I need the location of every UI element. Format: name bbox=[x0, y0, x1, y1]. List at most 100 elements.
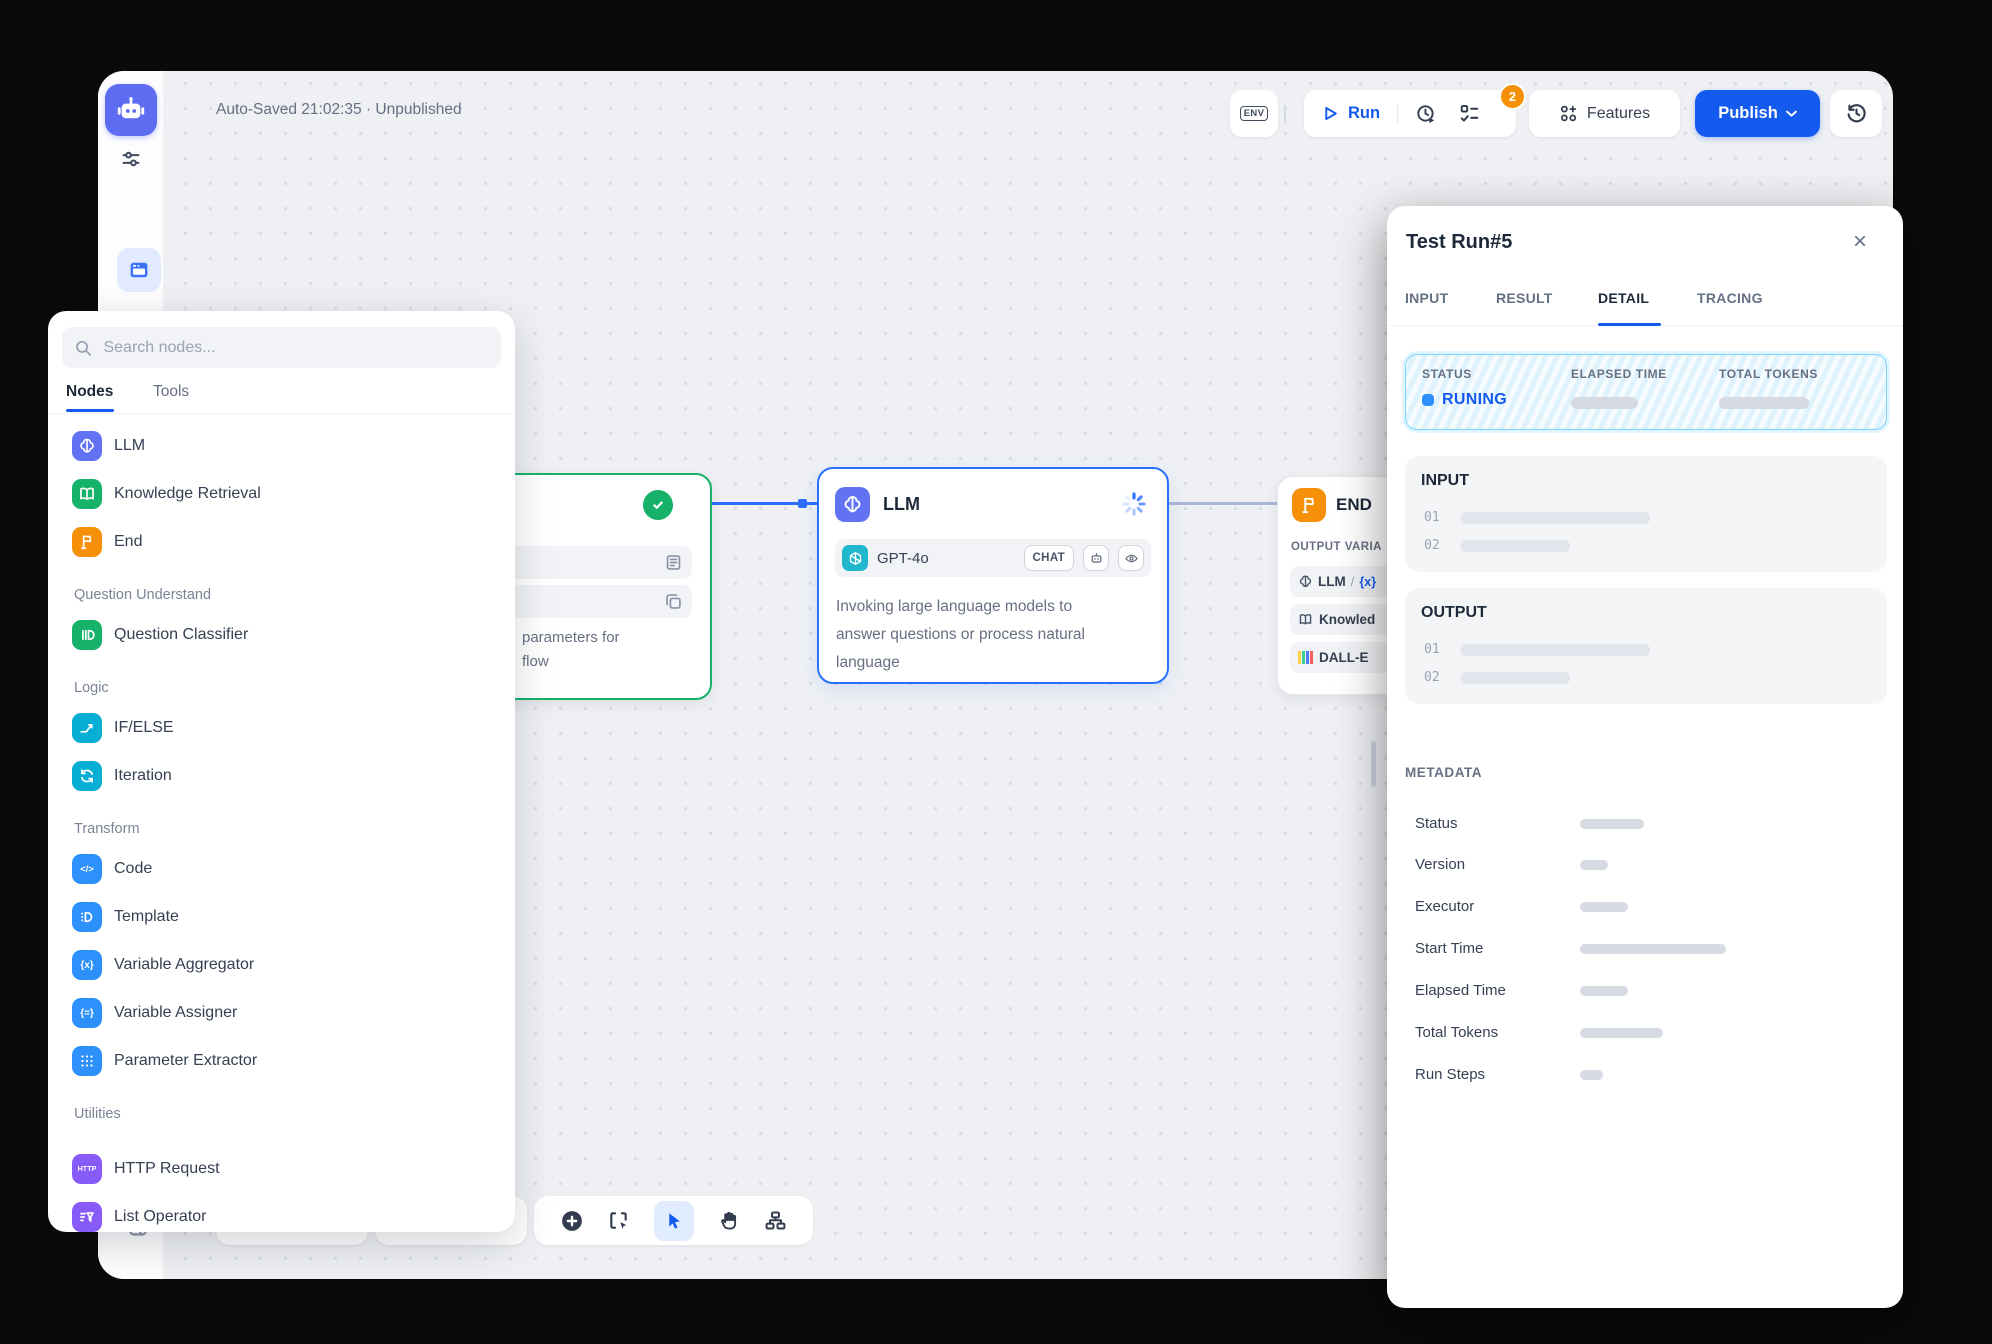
meta-value-placeholder bbox=[1580, 1070, 1603, 1080]
tab-detail[interactable]: DETAIL bbox=[1598, 290, 1649, 306]
node-search-field[interactable] bbox=[62, 327, 501, 368]
input-card-title: INPUT bbox=[1421, 472, 1469, 490]
variable-chip: {x} bbox=[1359, 575, 1376, 589]
run-history-clock-icon[interactable] bbox=[1415, 103, 1437, 125]
node-item-variable-aggregator[interactable]: {x} Variable Aggregator bbox=[72, 950, 499, 980]
edge-handle bbox=[798, 499, 807, 508]
llm-node-description: Invoking large language models to answer… bbox=[836, 593, 1136, 677]
output-card-title: OUTPUT bbox=[1421, 604, 1487, 622]
classifier-icon bbox=[72, 620, 102, 650]
pointer-mode-button[interactable] bbox=[654, 1201, 694, 1241]
env-button[interactable]: ENV bbox=[1230, 90, 1278, 137]
llm-node[interactable]: LLM GPT-4o CHAT bbox=[817, 467, 1169, 684]
output-placeholder-2 bbox=[1460, 672, 1570, 684]
llm-model-row[interactable]: GPT-4o CHAT bbox=[835, 539, 1151, 577]
status-value-row: RUNING bbox=[1422, 391, 1507, 409]
meta-value-placeholder bbox=[1580, 902, 1628, 912]
meta-value-placeholder bbox=[1580, 944, 1726, 954]
meta-label-start-time: Start Time bbox=[1415, 940, 1483, 957]
start-node-description-line2: flow bbox=[522, 653, 549, 670]
node-item-end[interactable]: End bbox=[72, 527, 499, 557]
node-panel-toggle-window-icon[interactable] bbox=[117, 248, 161, 292]
panel-resize-handle[interactable] bbox=[1371, 741, 1376, 787]
row-index: 01 bbox=[1424, 642, 1440, 657]
add-note-button[interactable] bbox=[607, 1209, 630, 1232]
meta-value-placeholder bbox=[1580, 860, 1608, 870]
cursor-icon bbox=[663, 1210, 684, 1231]
checklist-icon[interactable] bbox=[1458, 102, 1481, 125]
hand-mode-button[interactable] bbox=[718, 1209, 741, 1232]
group-divider bbox=[1397, 104, 1398, 124]
node-item-knowledge-retrieval[interactable]: Knowledge Retrieval bbox=[72, 479, 499, 509]
chevron-down-icon bbox=[1786, 110, 1797, 118]
meta-value-placeholder bbox=[1580, 1028, 1663, 1038]
row-index: 01 bbox=[1424, 510, 1440, 525]
preferences-sliders-icon[interactable] bbox=[118, 146, 144, 172]
edge-llm-to-end bbox=[1165, 502, 1277, 505]
tab-result[interactable]: RESULT bbox=[1496, 290, 1553, 306]
eye-badge bbox=[1118, 545, 1144, 571]
braces-x-icon: {x} bbox=[72, 950, 102, 980]
tab-nodes[interactable]: Nodes bbox=[66, 383, 113, 401]
topbar-divider bbox=[1284, 105, 1286, 123]
autosave-status: Auto-Saved 21:02:35 · Unpublished bbox=[216, 101, 462, 119]
elapsed-placeholder bbox=[1571, 397, 1638, 409]
braces-eq-icon: {=} bbox=[72, 998, 102, 1028]
code-icon: </> bbox=[72, 854, 102, 884]
book-small-icon bbox=[1298, 612, 1313, 627]
status-card: STATUS RUNING ELAPSED TIME TOTAL TOKENS bbox=[1405, 354, 1887, 430]
screenshot-stage: Auto-Saved 21:02:35 · Unpublished ENV Ru… bbox=[0, 0, 1992, 1344]
node-item-list-operator[interactable]: List Operator bbox=[72, 1202, 499, 1232]
tab-tracing[interactable]: TRACING bbox=[1697, 290, 1763, 306]
version-history-button[interactable] bbox=[1830, 90, 1882, 137]
history-icon bbox=[1845, 102, 1868, 125]
node-item-if-else[interactable]: IF/ELSE bbox=[72, 713, 499, 743]
filter-icon bbox=[72, 1202, 102, 1232]
llm-node-title: LLM bbox=[883, 494, 920, 515]
llm-brain-icon bbox=[835, 487, 870, 522]
end-flag-icon bbox=[1292, 488, 1326, 522]
features-button[interactable]: Features bbox=[1529, 90, 1680, 137]
node-item-llm[interactable]: LLM bbox=[72, 431, 499, 461]
node-search-panel: Nodes Tools LLM Knowledge Retrieval End … bbox=[48, 311, 515, 1232]
node-item-question-classifier[interactable]: Question Classifier bbox=[72, 620, 499, 650]
canvas-toolbar bbox=[534, 1196, 813, 1245]
node-item-template[interactable]: Template bbox=[72, 902, 499, 932]
meta-label-elapsed-time: Elapsed Time bbox=[1415, 982, 1506, 999]
section-transform: Transform bbox=[74, 821, 140, 839]
active-tab-underline bbox=[1598, 323, 1661, 326]
brain-icon bbox=[72, 431, 102, 461]
dalle-icon bbox=[1298, 651, 1313, 664]
meta-label-version: Version bbox=[1415, 856, 1465, 873]
close-icon[interactable]: × bbox=[1853, 230, 1867, 254]
metadata-title: METADATA bbox=[1405, 765, 1482, 780]
node-item-parameter-extractor[interactable]: Parameter Extractor bbox=[72, 1046, 499, 1076]
node-item-variable-assigner[interactable]: {=} Variable Assigner bbox=[72, 998, 499, 1028]
copy-icon bbox=[664, 592, 683, 611]
end-node-title: END bbox=[1336, 495, 1372, 515]
openai-icon bbox=[842, 545, 868, 571]
meta-label-status: Status bbox=[1415, 815, 1458, 832]
search-input[interactable] bbox=[101, 338, 489, 358]
add-node-button[interactable] bbox=[560, 1209, 584, 1233]
node-item-iteration[interactable]: Iteration bbox=[72, 761, 499, 791]
node-item-code[interactable]: </> Code bbox=[72, 854, 499, 884]
node-item-http-request[interactable]: HTTP HTTP Request bbox=[72, 1154, 499, 1184]
run-button[interactable]: Run bbox=[1348, 104, 1380, 123]
brain-small-icon bbox=[1298, 574, 1313, 589]
input-placeholder-1 bbox=[1460, 512, 1650, 524]
features-icon bbox=[1559, 104, 1578, 123]
flag-icon bbox=[72, 527, 102, 557]
tokens-placeholder bbox=[1719, 397, 1809, 409]
app-avatar-robot-icon[interactable] bbox=[105, 84, 157, 136]
section-question-understand: Question Understand bbox=[74, 587, 211, 605]
tab-tools[interactable]: Tools bbox=[153, 383, 189, 401]
test-run-panel: Test Run#5 × INPUT RESULT DETAIL TRACING… bbox=[1387, 206, 1903, 1308]
publish-button[interactable]: Publish bbox=[1695, 90, 1820, 137]
running-spinner-icon bbox=[1121, 491, 1147, 522]
run-toolbar-group: Run bbox=[1304, 90, 1516, 137]
auto-layout-button[interactable] bbox=[764, 1209, 787, 1232]
output-variables-label: OUTPUT VARIA bbox=[1291, 541, 1382, 553]
tab-input[interactable]: INPUT bbox=[1405, 290, 1448, 306]
tabs-divider bbox=[48, 413, 515, 414]
